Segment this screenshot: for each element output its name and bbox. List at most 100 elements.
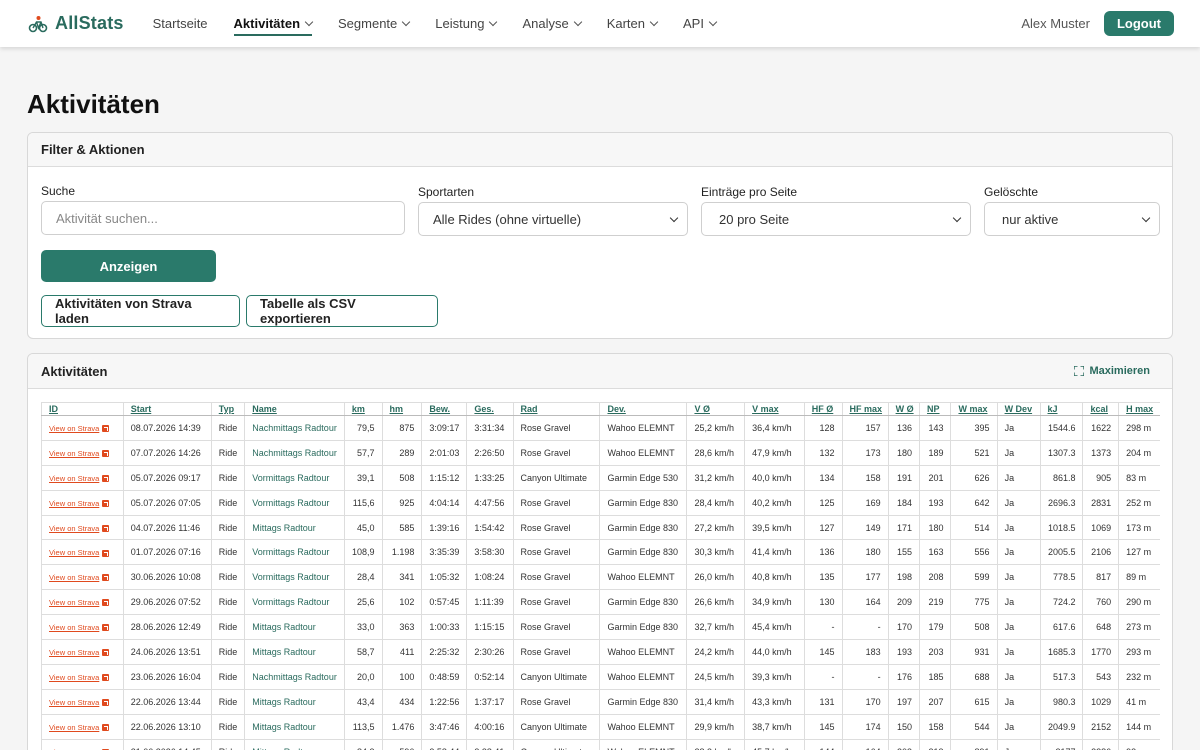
strava-link[interactable]: View on Strava	[49, 524, 99, 533]
column-header[interactable]: Dev.	[599, 402, 688, 416]
table-cell: 144 m	[1118, 713, 1160, 740]
column-header[interactable]: Name	[244, 402, 345, 416]
nav-item-5[interactable]: Karten	[607, 0, 659, 47]
column-header[interactable]: ID	[41, 402, 124, 416]
column-header[interactable]: W Dev	[996, 402, 1041, 416]
activities-table-wrap[interactable]: ID Start Typ Name km hm Bew. Ges. Rad Dev. V ØV ma…	[41, 402, 1160, 750]
column-header[interactable]: kcal	[1082, 402, 1120, 416]
maximize-button[interactable]: Maximieren	[1074, 365, 1150, 377]
search-input[interactable]: Aktivität suchen...	[41, 201, 405, 235]
nav-menu: Startseite Aktivitäten Segmente Leistung Ana…	[140, 0, 729, 47]
strava-link[interactable]: View on Strava	[49, 499, 99, 508]
nav-item-0[interactable]: Startseite	[153, 0, 208, 47]
table-cell: 173	[841, 439, 889, 466]
table-cell: Ja	[996, 589, 1041, 616]
table-cell: 189	[919, 439, 952, 466]
table-row: View on Strava 04.07.2026 11:46 Ride Mittag…	[41, 514, 1160, 541]
table-cell: 30.06.2026 10:08	[122, 564, 212, 591]
nav-item-1[interactable]: Aktivitäten	[233, 0, 314, 47]
per-page-select[interactable]: 20 pro Seite	[701, 202, 971, 236]
sport-select[interactable]: Alle Rides (ohne virtuelle)	[418, 202, 688, 236]
table-cell: 1:22:56	[421, 688, 468, 715]
strava-link[interactable]: View on Strava	[49, 573, 99, 582]
column-header[interactable]: V max	[744, 402, 805, 416]
logout-button[interactable]: Logout	[1103, 11, 1174, 36]
table-cell: 40,0 km/h	[744, 464, 805, 491]
nav-item-6[interactable]: API	[683, 0, 718, 47]
strava-link[interactable]: View on Strava	[49, 548, 99, 557]
column-header[interactable]: Ges.	[466, 402, 514, 416]
table-cell[interactable]: Mittags Radtour	[244, 614, 345, 641]
table-row: View on Strava 22.06.2026 13:10 Ride Mittag…	[41, 713, 1160, 740]
table-cell: 204 m	[1118, 439, 1160, 466]
strava-load-button[interactable]: Aktivitäten von Strava laden	[41, 295, 240, 327]
column-header[interactable]: W max	[950, 402, 998, 416]
table-cell: 108,9	[343, 539, 383, 566]
column-header[interactable]: Typ	[210, 402, 246, 416]
column-header[interactable]: Start	[122, 402, 212, 416]
table-cell[interactable]: Mittags Radtour	[244, 514, 345, 541]
strava-link[interactable]: View on Strava	[49, 648, 99, 657]
table-cell: 125	[803, 489, 843, 516]
strava-link[interactable]: View on Strava	[49, 424, 99, 433]
column-header[interactable]: Bew.	[421, 402, 468, 416]
table-cell: 2177	[1039, 738, 1084, 750]
strava-link[interactable]: View on Strava	[49, 723, 99, 732]
table-cell: 198	[887, 564, 921, 591]
column-header[interactable]: HF max	[841, 402, 889, 416]
table-cell: 43,3 km/h	[744, 688, 805, 715]
column-header[interactable]: NP	[919, 402, 952, 416]
column-header[interactable]: W Ø	[887, 402, 921, 416]
table-cell: 22.06.2026 13:10	[122, 713, 212, 740]
strava-link[interactable]: View on Strava	[49, 623, 99, 632]
column-header[interactable]: kJ	[1039, 402, 1084, 416]
show-button[interactable]: Anzeigen	[41, 250, 216, 282]
column-header[interactable]: Rad	[512, 402, 601, 416]
nav-item-3[interactable]: Leistung	[435, 0, 498, 47]
table-cell: 158	[919, 713, 952, 740]
strava-link[interactable]: View on Strava	[49, 598, 99, 607]
table-cell: 1:15:12	[421, 464, 468, 491]
table-cell[interactable]: Vormittags Radtour	[244, 489, 345, 516]
table-cell: 556	[950, 539, 998, 566]
nav-item-4[interactable]: Analyse	[522, 0, 582, 47]
table-cell: Wahoo ELEMNT	[599, 439, 688, 466]
table-cell[interactable]: Nachmittags Radtour	[244, 439, 345, 466]
brand[interactable]: AllStats	[28, 13, 124, 34]
table-cell: Ja	[996, 489, 1041, 516]
strava-link[interactable]: View on Strava	[49, 673, 99, 682]
column-header[interactable]: V Ø	[686, 402, 746, 416]
table-cell: 1029	[1082, 688, 1120, 715]
table-cell[interactable]: Mittags Radtour	[244, 738, 345, 750]
strava-link[interactable]: View on Strava	[49, 474, 99, 483]
table-cell[interactable]: Mittags Radtour	[244, 639, 345, 665]
table-cell: 38,7 km/h	[744, 713, 805, 740]
column-header[interactable]: HF Ø	[803, 402, 843, 416]
table-cell: 28.06.2026 12:49	[122, 614, 212, 641]
table-cell: 21.06.2026 14:45	[122, 738, 212, 750]
column-header[interactable]: km	[343, 402, 383, 416]
strava-link[interactable]: View on Strava	[49, 698, 99, 707]
table-cell[interactable]: Vormittags Radtour	[244, 464, 345, 491]
nav-item-2[interactable]: Segmente	[338, 0, 411, 47]
table-cell[interactable]: Vormittags Radtour	[244, 589, 345, 616]
table-cell[interactable]: Mittags Radtour	[244, 688, 345, 715]
table-cell: 1:08:24	[466, 564, 514, 591]
table-cell: 41,4 km/h	[744, 539, 805, 566]
table-cell[interactable]: Nachmittags Radtour	[244, 663, 345, 690]
strava-link[interactable]: View on Strava	[49, 449, 99, 458]
table-cell: 32,7 km/h	[686, 614, 746, 641]
deleted-select[interactable]: nur aktive	[984, 202, 1160, 236]
table-cell: 163	[919, 539, 952, 566]
csv-export-button[interactable]: Tabelle als CSV exportieren	[246, 295, 438, 327]
table-cell-id: View on Strava	[41, 688, 124, 715]
table-cell: 36,4 km/h	[744, 415, 805, 441]
table-cell: Ja	[996, 514, 1041, 541]
table-cell: 29.06.2026 07:52	[122, 589, 212, 616]
table-cell[interactable]: Vormittags Radtour	[244, 564, 345, 591]
table-cell[interactable]: Mittags Radtour	[244, 713, 345, 740]
table-cell[interactable]: Vormittags Radtour	[244, 539, 345, 566]
column-header[interactable]: H max	[1118, 402, 1160, 416]
table-cell[interactable]: Nachmittags Radtour	[244, 415, 345, 441]
column-header[interactable]: hm	[381, 402, 423, 416]
